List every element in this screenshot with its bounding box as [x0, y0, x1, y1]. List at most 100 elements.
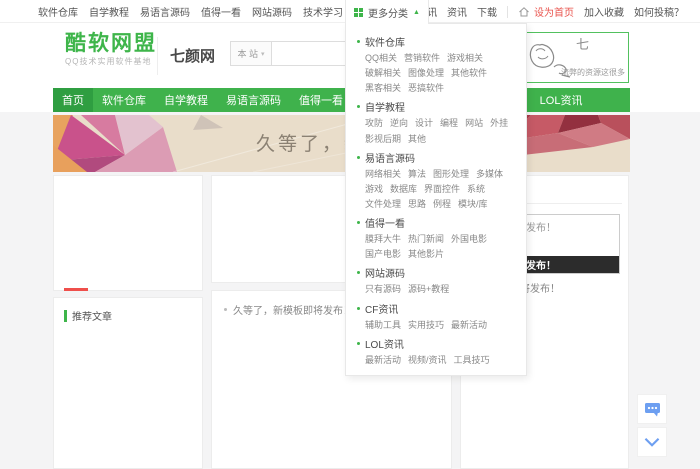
dropdown-link[interactable]: 辅助工具 [365, 319, 401, 331]
recommend-header: 推荐文章 [64, 308, 202, 323]
dropdown-section-items: 网络相关算法图形处理多媒体游戏数据库界面控件系统文件处理思路例程模块/库 [357, 168, 515, 210]
set-home-link[interactable]: 设为首页 [534, 4, 574, 19]
logo-subtitle: QQ技术实用软件基地 [65, 56, 157, 67]
chevron-up-icon: ▲ [413, 9, 420, 16]
top-nav-link[interactable]: 软件仓库 [38, 4, 78, 19]
more-categories-button[interactable]: 更多分类 ▲ [345, 0, 429, 24]
quick-link[interactable]: 资讯 [447, 4, 467, 19]
dropdown-section: 值得一看 膜拜大牛热门新闻外国电影国产电影其他影片 [357, 215, 515, 260]
slider-indicator [64, 288, 88, 291]
dropdown-section: 软件仓库 QQ相关营销软件游戏相关破解相关图像处理其他软件黑客相关恶搞软件 [357, 34, 515, 94]
recommend-title: 推荐文章 [72, 308, 112, 323]
chevron-down-icon: ▾ [261, 50, 265, 58]
nav-item[interactable]: LOL资讯 [531, 88, 592, 112]
grid-icon [354, 8, 363, 17]
dropdown-link[interactable]: 国产电影 [365, 248, 401, 260]
header-ad-banner[interactable]: 七 流弊的资源这很多 [525, 32, 629, 83]
dropdown-section-title: 网站源码 [357, 265, 515, 280]
dropdown-link[interactable]: 游戏相关 [447, 52, 483, 64]
dropdown-link[interactable]: 攻防 [365, 117, 383, 129]
dropdown-link[interactable]: 游戏 [365, 183, 383, 195]
dropdown-section: 网站源码 只有源码源码+教程 [357, 265, 515, 295]
dropdown-link[interactable]: 恶搞软件 [408, 82, 444, 94]
how-to-submit-link[interactable]: 如何投稿？ [634, 4, 684, 19]
dropdown-link[interactable]: 系统 [467, 183, 485, 195]
dropdown-link[interactable]: 实用技巧 [408, 319, 444, 331]
ad-caption: 流弊的资源这很多 [561, 67, 625, 78]
logo-title: 酷软网盟 [65, 32, 157, 55]
left-slider-box[interactable] [53, 175, 203, 291]
dropdown-section-items: 最新活动视频/资讯工具技巧 [357, 354, 515, 366]
dropdown-link[interactable]: 工具技巧 [454, 354, 490, 366]
dropdown-link[interactable]: 最新活动 [451, 319, 487, 331]
top-nav-link[interactable]: 值得一看 [201, 4, 241, 19]
green-dot-icon [357, 40, 360, 43]
nav-item[interactable]: 首页 [53, 88, 93, 112]
green-dot-icon [357, 221, 360, 224]
dropdown-link[interactable]: 网络相关 [365, 168, 401, 180]
dropdown-link[interactable]: 数据库 [390, 183, 417, 195]
dropdown-link[interactable]: 黑客相关 [365, 82, 401, 94]
dropdown-link[interactable]: 影视后期 [365, 133, 401, 145]
dropdown-section-items: 膜拜大牛热门新闻外国电影国产电影其他影片 [357, 233, 515, 260]
chevron-down-icon [643, 436, 661, 448]
dropdown-link[interactable]: 思路 [408, 198, 426, 210]
dropdown-link[interactable]: 其他软件 [451, 67, 487, 79]
dropdown-section-title: 值得一看 [357, 215, 515, 230]
top-nav-link[interactable]: 网站源码 [252, 4, 292, 19]
dropdown-link[interactable]: 文件处理 [365, 198, 401, 210]
dropdown-link[interactable]: 逆向 [390, 117, 408, 129]
green-bar-icon [64, 310, 67, 322]
dropdown-link[interactable]: 图像处理 [408, 67, 444, 79]
dropdown-link[interactable]: 模块/库 [458, 198, 488, 210]
recommend-articles-box: 推荐文章 [53, 297, 203, 469]
dropdown-link[interactable]: 外挂 [490, 117, 508, 129]
more-categories-label: 更多分类 [368, 5, 408, 20]
dropdown-link[interactable]: 外国电影 [451, 233, 487, 245]
dropdown-link[interactable]: 源码+教程 [408, 283, 449, 295]
dropdown-link[interactable]: 破解相关 [365, 67, 401, 79]
dropdown-link[interactable]: 网站 [465, 117, 483, 129]
comments-button[interactable] [637, 394, 667, 424]
dropdown-link[interactable]: 例程 [433, 198, 451, 210]
quick-links: 资讯下载 [447, 4, 497, 19]
dropdown-link[interactable]: 多媒体 [476, 168, 503, 180]
search-scope-select[interactable]: 本 站 ▾ [230, 41, 272, 66]
dropdown-link[interactable]: 界面控件 [424, 183, 460, 195]
dropdown-link[interactable]: 只有源码 [365, 283, 401, 295]
dropdown-link[interactable]: 视频/资讯 [408, 354, 447, 366]
dropdown-link[interactable]: 其他 [408, 133, 426, 145]
nav-item[interactable]: 易语言源码 [217, 88, 290, 112]
dropdown-link[interactable]: 营销软件 [404, 52, 440, 64]
quick-link[interactable]: 下载 [477, 4, 497, 19]
nav-item[interactable]: 软件仓库 [93, 88, 155, 112]
dropdown-link[interactable]: QQ相关 [365, 52, 397, 64]
scroll-down-button[interactable] [637, 427, 667, 457]
dropdown-link[interactable]: 膜拜大牛 [365, 233, 401, 245]
dropdown-link[interactable]: 编程 [440, 117, 458, 129]
add-favorite-link[interactable]: 加入收藏 [584, 4, 624, 19]
top-nav-link[interactable]: 自学教程 [89, 4, 129, 19]
dropdown-section: CF资讯 辅助工具实用技巧最新活动 [357, 301, 515, 331]
home-icon [518, 6, 530, 18]
top-nav-link[interactable]: 技术学习 [303, 4, 343, 19]
nav-item[interactable]: 自学教程 [155, 88, 217, 112]
green-dot-icon [357, 156, 360, 159]
nav-item[interactable]: 值得一看 [290, 88, 352, 112]
dropdown-link[interactable]: 其他影片 [408, 248, 444, 260]
green-dot-icon [357, 342, 360, 345]
top-nav-link[interactable]: 易语言源码 [140, 4, 190, 19]
dropdown-link[interactable]: 图形处理 [433, 168, 469, 180]
hero-banner[interactable]: 久等了，新版 [53, 115, 630, 172]
dropdown-section-items: 攻防逆向设计编程网站外挂影视后期其他 [357, 117, 515, 144]
dropdown-link[interactable]: 设计 [415, 117, 433, 129]
dropdown-link[interactable]: 最新活动 [365, 354, 401, 366]
logo[interactable]: 酷软网盟 QQ技术实用软件基地 [65, 32, 157, 67]
dropdown-link[interactable]: 算法 [408, 168, 426, 180]
bullet-icon [224, 308, 227, 311]
dropdown-link[interactable]: 热门新闻 [408, 233, 444, 245]
green-dot-icon [357, 271, 360, 274]
dropdown-section-title: 软件仓库 [357, 34, 515, 49]
dropdown-section-title: 易语言源码 [357, 150, 515, 165]
ad-character: 七 [576, 34, 589, 53]
